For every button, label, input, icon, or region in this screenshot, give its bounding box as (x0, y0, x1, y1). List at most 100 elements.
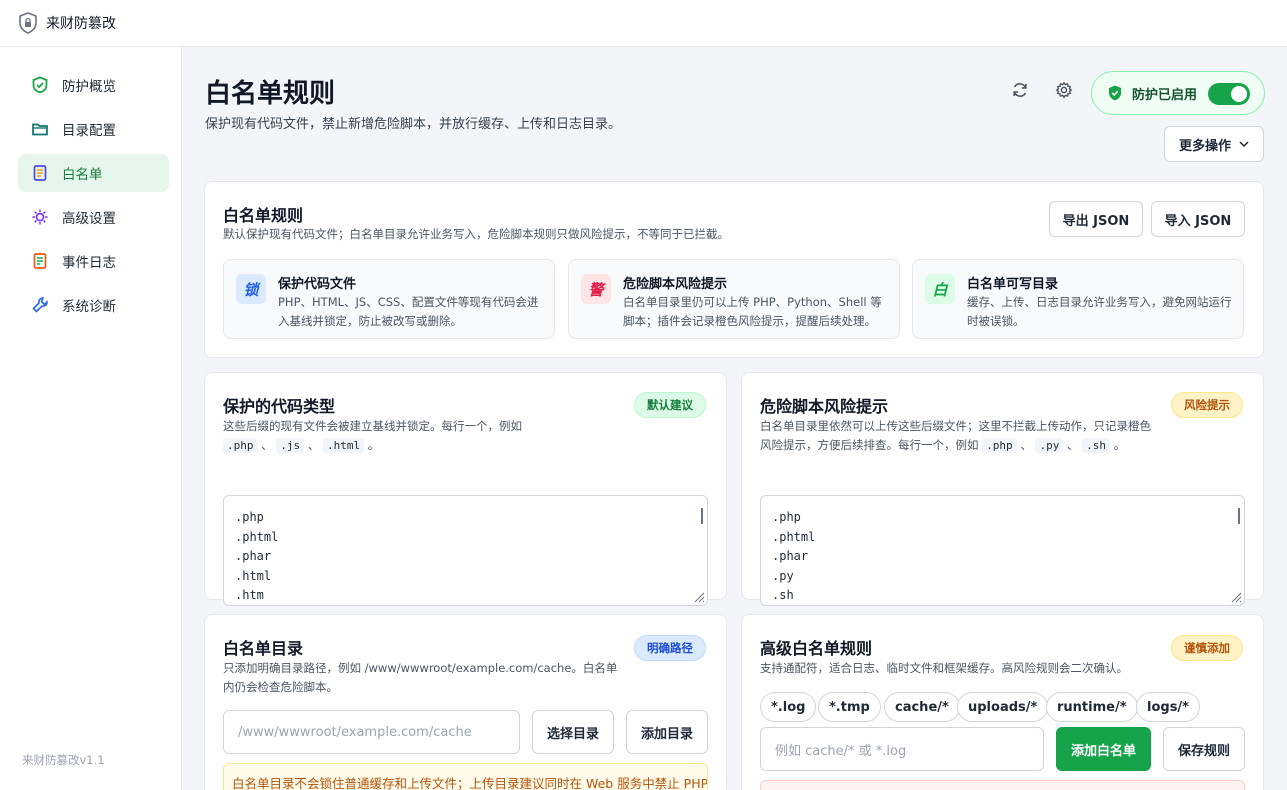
card-desc: 支持通配符，适合日志、临时文件和框架缓存。高风险规则会二次确认。 (760, 661, 1128, 675)
textarea-line: .phtml (235, 529, 279, 544)
card-desc: 这些后缀的现有文件会被建立基线并锁定。每行一个，例如 .php 、 .js 、 … (223, 417, 553, 455)
separator: 、 (307, 438, 320, 452)
card-desc: 只添加明确目录路径，例如 /www/wwwroot/example.com/ca… (223, 661, 618, 694)
resize-grip-icon[interactable] (693, 591, 705, 603)
protection-status: 防护已启用 (1091, 71, 1265, 115)
rule-chip[interactable]: uploads/* (957, 692, 1049, 722)
title-bar: 来财防篡改 (0, 0, 1287, 47)
app-title: 来财防篡改 (46, 16, 116, 32)
example-code: .php (223, 438, 258, 453)
whitelist-warning: 白名单目录不会锁住普通缓存和上传文件；上传目录建议同时在 Web 服务中禁止 P… (223, 763, 708, 790)
whitelist-badge-icon: 白 (925, 274, 955, 304)
folder-icon (31, 120, 49, 138)
rule-chip[interactable]: logs/* (1136, 692, 1200, 722)
separator: 、 (261, 438, 273, 452)
card-desc: 白名单目录里依然可以上传这些后缀文件；这里不拦截上传动作，只记录橙色风险提示，方… (760, 417, 1160, 455)
shield-check-icon (31, 76, 49, 94)
textarea-line: .phar (235, 549, 272, 563)
feature-title: 白名单可写目录 (967, 277, 1059, 292)
protection-toggle[interactable] (1208, 83, 1250, 105)
sidebar-item-label: 白名单 (62, 167, 103, 183)
gear-sun-icon (31, 208, 49, 226)
import-json-button[interactable]: 导入 JSON (1151, 201, 1245, 237)
card-title: 危险脚本风险提示 (760, 397, 889, 416)
refresh-icon[interactable] (1009, 79, 1031, 101)
whitelist-dir-input[interactable]: /www/wwwroot/example.com/cache (223, 710, 520, 754)
shield-icon (1108, 85, 1122, 101)
textarea-line: .php (772, 510, 801, 524)
card-title: 高级白名单规则 (760, 639, 873, 658)
main-content: 白名单规则 保护现有代码文件，禁止新增危险脚本，并放行缓存、上传和日志目录。 防… (183, 47, 1287, 790)
textarea-line: .php (235, 510, 264, 524)
feature-title: 保护代码文件 (278, 277, 357, 292)
sidebar-item-logs[interactable]: 事件日志 (18, 242, 169, 280)
danger-scripts-textarea[interactable]: .php .phtml .phar .py .sh (760, 495, 1245, 606)
protected-types-card: 保护的代码类型 默认建议 这些后缀的现有文件会被建立基线并锁定。每行一个，例如 … (204, 372, 727, 606)
rule-chip[interactable]: runtime/* (1046, 692, 1138, 722)
desc-text: 这些后缀的现有文件会被建立基线并锁定。每行一个，例如 (223, 419, 522, 433)
app-logo-icon (19, 12, 37, 34)
textarea-line: .py (772, 568, 794, 583)
sidebar-item-overview[interactable]: 防护概览 (18, 66, 169, 104)
alert-badge-icon: 警 (581, 274, 611, 304)
document-list-icon (31, 164, 49, 182)
feature-danger-script: 警 危险脚本风险提示 白名单目录里仍可以上传 PHP、Python、Shell … (568, 259, 900, 339)
advanced-rule-input[interactable]: 例如 cache/* 或 *.log (760, 727, 1044, 771)
sidebar-item-label: 事件日志 (62, 255, 116, 271)
separator: 、 (1067, 438, 1079, 452)
card-title: 保护的代码类型 (223, 397, 336, 416)
feature-desc: 缓存、上传、日志目录允许业务写入，避免网站运行时被误锁。 (967, 295, 1232, 328)
resize-grip-icon[interactable] (1230, 591, 1242, 603)
card-title: 白名单目录 (223, 639, 304, 658)
sidebar-item-whitelist[interactable]: 白名单 (18, 154, 169, 192)
sidebar-item-label: 系统诊断 (62, 299, 116, 315)
example-code: .js (276, 438, 305, 453)
more-actions-button[interactable]: 更多操作 (1164, 126, 1264, 162)
log-icon (31, 252, 49, 270)
separator: 、 (1020, 438, 1032, 452)
textarea-line: .html (235, 568, 272, 583)
wrench-icon (31, 296, 49, 314)
feature-desc: PHP、HTML、JS、CSS、配置文件等现有代码会进入基线并锁定，防止被改写或… (278, 295, 539, 328)
add-dir-button[interactable]: 添加目录 (626, 710, 708, 754)
sidebar-item-advanced[interactable]: 高级设置 (18, 198, 169, 236)
settings-gear-icon[interactable] (1053, 79, 1075, 101)
feature-desc: 白名单目录里仍可以上传 PHP、Python、Shell 等脚本；插件会记录橙色… (623, 295, 882, 328)
sidebar-item-label: 防护概览 (62, 79, 116, 95)
feature-title: 危险脚本风险提示 (623, 277, 728, 292)
card-desc: 默认保护现有代码文件；白名单目录允许业务写入，危险脚本规则只做风险提示，不等同于… (223, 227, 729, 241)
sidebar-item-directory[interactable]: 目录配置 (18, 110, 169, 148)
textarea-line: .phar (772, 549, 809, 563)
rule-chip[interactable]: *.tmp (818, 692, 881, 722)
rule-chip[interactable]: cache/* (884, 692, 960, 722)
choose-dir-button[interactable]: 选择目录 (532, 710, 614, 754)
textarea-line: .sh (772, 588, 794, 602)
textarea-line: .htm (235, 588, 264, 602)
example-code: .html (323, 438, 365, 453)
sidebar-item-diagnostics[interactable]: 系统诊断 (18, 286, 169, 324)
page-title: 白名单规则 (205, 79, 336, 109)
default-suggest-tag: 默认建议 (634, 392, 706, 418)
caution-tag: 谨慎添加 (1171, 635, 1243, 661)
more-actions-label: 更多操作 (1178, 138, 1231, 154)
page-subtitle: 保护现有代码文件，禁止新增危险脚本，并放行缓存、上传和日志目录。 (205, 117, 622, 132)
scrollbar[interactable] (701, 508, 703, 524)
feature-protect-code: 锁 保护代码文件 PHP、HTML、JS、CSS、配置文件等现有代码会进入基线并… (223, 259, 555, 339)
sidebar-item-label: 高级设置 (62, 211, 116, 227)
add-whitelist-button[interactable]: 添加白名单 (1056, 727, 1151, 771)
lock-badge-icon: 锁 (236, 274, 266, 304)
protected-types-textarea[interactable]: .php .phtml .phar .html .htm (223, 495, 708, 606)
sidebar-item-label: 目录配置 (62, 123, 116, 139)
sidebar: 防护概览 目录配置 白名单 高级设置 事件日志 系统诊断 来财防篡改v1.1 (0, 47, 182, 790)
scrollbar[interactable] (1238, 508, 1240, 524)
export-json-button[interactable]: 导出 JSON (1049, 201, 1143, 237)
protection-label: 防护已启用 (1132, 87, 1198, 103)
example-code: .php (982, 438, 1017, 453)
separator: 。 (1113, 438, 1126, 452)
save-rules-button[interactable]: 保存规则 (1163, 727, 1245, 771)
chevron-down-icon (1239, 141, 1249, 147)
card-title: 白名单规则 (223, 206, 304, 225)
rule-chip[interactable]: *.log (760, 692, 817, 722)
explicit-path-tag: 明确路径 (634, 635, 706, 661)
textarea-line: .phtml (772, 529, 816, 544)
